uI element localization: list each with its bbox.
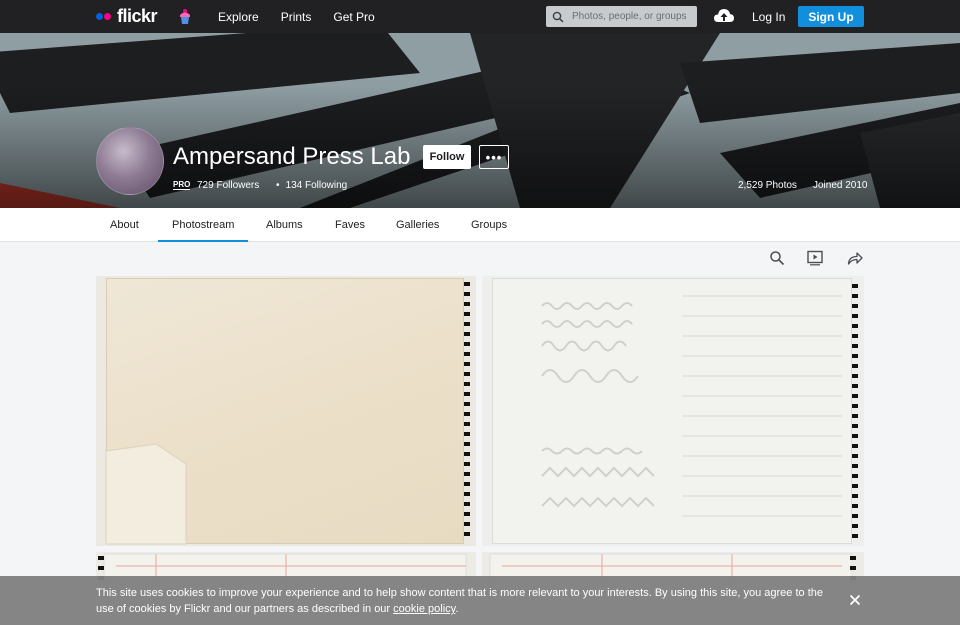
following-count[interactable]: • 134 Following bbox=[276, 180, 347, 191]
active-tab-indicator bbox=[158, 240, 249, 242]
tab-label: Groups bbox=[471, 219, 508, 231]
tab-faves[interactable]: Faves bbox=[335, 208, 365, 242]
nav-get-pro[interactable]: Get Pro bbox=[333, 10, 374, 24]
close-icon[interactable] bbox=[849, 594, 861, 606]
cookie-text-end: . bbox=[455, 603, 459, 615]
cookie-message: This site uses cookies to improve your e… bbox=[96, 585, 841, 617]
pro-badge: PRO bbox=[173, 180, 191, 190]
followers-count[interactable]: 729 Followers bbox=[197, 180, 259, 191]
tab-albums[interactable]: Albums bbox=[266, 208, 303, 242]
bullet-separator: • bbox=[276, 180, 280, 191]
flickr-logo[interactable]: flickr bbox=[96, 5, 158, 26]
avatar[interactable] bbox=[96, 127, 164, 195]
photo-details bbox=[541, 284, 858, 538]
cookie-banner: This site uses cookies to improve your e… bbox=[0, 576, 960, 625]
logo-blue-dot bbox=[96, 12, 103, 20]
profile-subnav: About Photostream Albums Faves Galleries… bbox=[0, 208, 960, 242]
nav-explore[interactable]: Explore bbox=[218, 10, 259, 24]
tab-groups[interactable]: Groups bbox=[471, 208, 507, 242]
tab-label: Albums bbox=[266, 219, 303, 231]
search-box[interactable] bbox=[546, 6, 697, 27]
nav-prints[interactable]: Prints bbox=[281, 10, 312, 24]
slideshow-icon[interactable] bbox=[807, 250, 823, 266]
share-icon[interactable] bbox=[847, 250, 863, 266]
tab-label: About bbox=[110, 219, 139, 231]
follow-button[interactable]: Follow bbox=[423, 145, 471, 169]
top-nav: flickr Explore Prints Get Pro Log In Sig… bbox=[0, 0, 960, 33]
photos-count: 2,529 Photos bbox=[738, 180, 797, 191]
cupcake-icon[interactable] bbox=[178, 7, 192, 25]
following-label: 134 Following bbox=[285, 180, 348, 191]
search-input[interactable] bbox=[572, 11, 692, 22]
logo-pink-dot bbox=[104, 12, 111, 20]
upload-cloud-icon[interactable] bbox=[713, 7, 735, 25]
search-icon[interactable] bbox=[769, 250, 785, 266]
tab-label: Photostream bbox=[172, 219, 235, 231]
main-nav-links: Explore Prints Get Pro bbox=[218, 0, 397, 33]
profile-name: Ampersand Press Lab bbox=[173, 143, 411, 170]
cookie-policy-link[interactable]: cookie policy bbox=[393, 603, 455, 615]
photo-thumbnail[interactable] bbox=[482, 276, 864, 546]
tab-label: Galleries bbox=[396, 219, 440, 231]
photo-thumbnail[interactable] bbox=[96, 276, 476, 546]
tab-label: Faves bbox=[335, 219, 365, 231]
photo-details bbox=[105, 282, 470, 545]
tab-photostream[interactable]: Photostream bbox=[158, 208, 249, 242]
tab-galleries[interactable]: Galleries bbox=[396, 208, 439, 242]
joined-date: Joined 2010 bbox=[813, 180, 868, 191]
search-icon bbox=[552, 11, 564, 23]
logo-wordmark: flickr bbox=[117, 5, 158, 26]
more-options-button[interactable]: ••• bbox=[479, 145, 509, 169]
tab-about[interactable]: About bbox=[110, 208, 139, 242]
signup-button[interactable]: Sign Up bbox=[798, 6, 864, 27]
cookie-text: This site uses cookies to improve your e… bbox=[96, 587, 823, 615]
login-link[interactable]: Log In bbox=[752, 10, 785, 24]
